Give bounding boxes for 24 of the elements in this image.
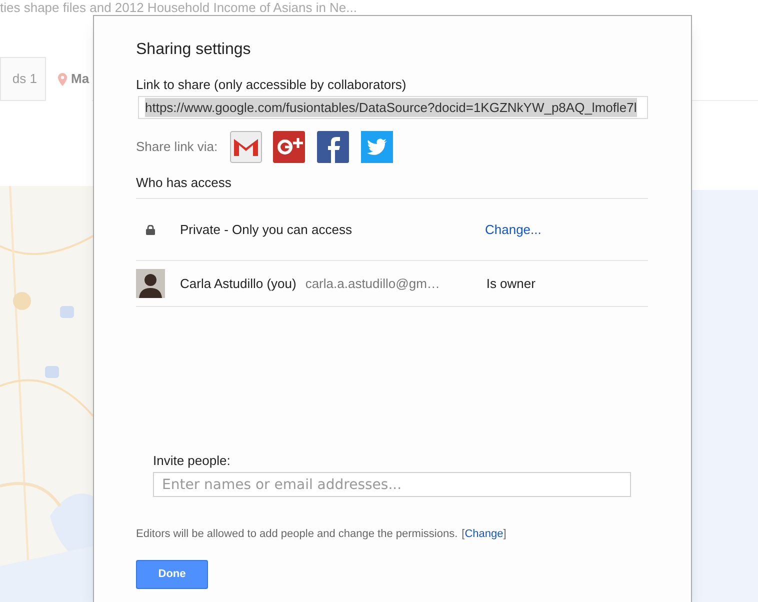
lock-icon (146, 224, 155, 234)
bracket: [ (462, 527, 465, 542)
avatar (136, 269, 165, 298)
field-label: Link to share (only accessible by collaborators) (136, 77, 406, 93)
section-heading: Who has access (136, 175, 232, 191)
person-email: carla.a.astudillo@gm… (305, 274, 441, 293)
access-level: Private - Only you can access (180, 220, 353, 239)
permissions-note: Editors will be allowed to add people and change the permissions. (136, 527, 458, 542)
map-pin-icon (58, 72, 67, 86)
link-field[interactable]: https://www.google.com/fusiontables/DataSource?docid=1KGZNkYW_p8AQ_lmofle7l (138, 96, 648, 119)
bracket: ] (503, 527, 506, 542)
plus-icon[interactable] (273, 131, 305, 163)
page-title: ties shape files and 2012 Household Income of Asians in Ne... (0, 0, 357, 15)
change-link[interactable]: Change (464, 526, 504, 542)
person-name: Carla Astudillo (you) (180, 274, 296, 293)
bird-icon[interactable] (361, 131, 393, 163)
facebook-icon[interactable] (317, 131, 349, 163)
envelope-icon[interactable] (230, 131, 262, 163)
change-link[interactable]: Change... (485, 220, 542, 240)
dialog-title: Sharing settings (136, 40, 251, 60)
share-label: Share link via: (136, 138, 219, 156)
field-label: Invite people: (153, 453, 230, 469)
role-label: Is owner (486, 274, 536, 293)
invite-field[interactable]: Enter names or email addresses... (153, 472, 631, 497)
